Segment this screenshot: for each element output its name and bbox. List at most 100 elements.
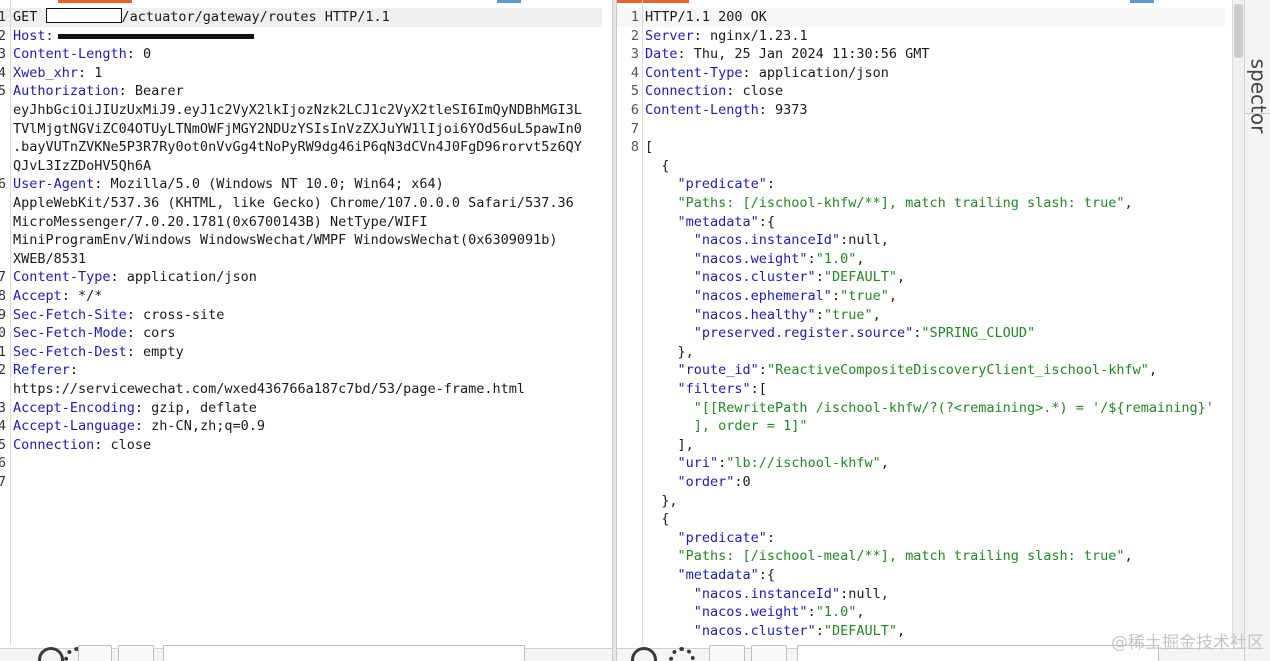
scrollbar-thumb[interactable] <box>1234 4 1243 58</box>
token-key: Server <box>645 27 694 44</box>
inspector-tab[interactable]: spector <box>1246 6 1270 134</box>
line-number: 9 <box>0 306 6 323</box>
token-key: Host: <box>13 27 54 44</box>
inspector-tab-label: spector <box>1246 58 1270 134</box>
token-key: "metadata" <box>645 567 759 583</box>
token-key: "predicate" <box>645 176 767 193</box>
token-text: : */* <box>61 288 103 304</box>
token-key: Accept <box>13 288 62 304</box>
token-text: : <box>815 269 824 286</box>
line-number: 4 <box>630 64 639 81</box>
token-text: , <box>1124 548 1133 565</box>
search-next-button[interactable] <box>118 645 154 661</box>
response-view-toggle[interactable] <box>1130 0 1154 3</box>
line-number: 5 <box>0 83 6 100</box>
token-key: Connection <box>13 436 95 453</box>
token-key: Content-Type <box>645 64 743 81</box>
line-number: 1 <box>630 9 639 25</box>
token-text: : 9373 <box>758 102 808 118</box>
token-text: : Thu, 25 Jan 2024 11:30:56 GMT <box>677 46 930 63</box>
search-prev-button[interactable] <box>78 645 112 661</box>
token-text: QJvL3IzZDoHV5Qh6A <box>13 157 152 174</box>
line-number: 7 <box>630 120 639 137</box>
token-text: :null, <box>840 232 889 249</box>
token-text: : Bearer <box>118 83 184 100</box>
line-number: 2 <box>0 362 6 379</box>
token-string: "DEFAULT" <box>823 269 897 286</box>
response-viewer[interactable]: 1 HTTP/1.1 200 OK 2 Server: nginx/1.23.1 3 Da… <box>617 0 1244 661</box>
token-key: Content-Length <box>645 102 759 118</box>
token-text: MicroMessenger/7.0.20.1781(0x6700143B) N… <box>13 213 428 230</box>
token-text: : close <box>94 436 152 453</box>
token-key: Sec-Fetch-Site <box>13 306 127 323</box>
watermark: @稀土掘金技术社区 <box>1111 633 1264 653</box>
token-text: { <box>645 157 670 174</box>
token-text: : close <box>726 83 784 100</box>
help-icon[interactable] <box>38 647 64 661</box>
token-text: : <box>758 362 767 379</box>
token-text: [ <box>645 139 654 156</box>
token-key: "preserved.register.source" <box>645 325 914 342</box>
response-gutter <box>642 0 643 645</box>
token-string: "[[RewritePath /ischool-khfw/?(?<remaini… <box>645 399 1214 416</box>
token-text: https://servicewechat.com/wxed436766a187… <box>13 381 526 397</box>
token-key: "nacos.instanceId" <box>645 585 841 602</box>
token-key: Content-Type <box>13 269 111 286</box>
token-text: , <box>872 306 881 323</box>
token-key: "order" <box>645 474 735 490</box>
search-prev-button[interactable] <box>709 645 745 661</box>
token-string: "1.0" <box>815 250 857 267</box>
token-text: , <box>888 288 897 304</box>
token-string: "1.0" <box>815 604 857 621</box>
line-number: 8 <box>0 288 6 304</box>
response-scrollbar[interactable] <box>1232 0 1244 645</box>
response-search-input[interactable] <box>797 645 1159 661</box>
token-text: : 0 <box>126 46 152 63</box>
token-key: "nacos.weight" <box>645 250 808 267</box>
token-text: XWEB/8531 <box>13 250 87 267</box>
inspector-sidebar: spector <box>1244 0 1270 661</box>
token-text: :{ <box>758 213 776 230</box>
token-key: "metadata" <box>645 213 759 230</box>
token-key: Accept-Encoding <box>13 399 135 416</box>
token-text: , <box>1124 195 1133 211</box>
token-text: /actuator/gateway/routes HTTP/1.1 <box>121 9 390 25</box>
search-next-button[interactable] <box>751 645 787 661</box>
token-key: Date <box>645 46 678 63</box>
token-text: : <box>807 250 816 267</box>
line-number: 2 <box>0 27 6 44</box>
help-icon[interactable] <box>631 647 657 661</box>
token-text: : cors <box>126 325 176 342</box>
token-text: : cross-site <box>126 306 225 323</box>
request-search-input[interactable] <box>163 645 525 661</box>
gear-icon[interactable] <box>669 647 695 661</box>
token-text: : empty <box>126 343 184 360</box>
line-number: 5 <box>630 83 639 100</box>
token-key: "nacos.instanceId" <box>645 232 841 249</box>
line-number: 3 <box>0 46 6 63</box>
request-toolbar <box>0 645 612 661</box>
token-text: : nginx/1.23.1 <box>693 27 808 44</box>
token-text: }, <box>645 492 678 509</box>
redacted-host-bar <box>57 33 254 39</box>
token-text: HTTP/1.1 200 OK <box>645 9 767 25</box>
token-text: :null, <box>840 585 889 602</box>
sidebar-divider <box>1245 113 1270 114</box>
token-text: : <box>69 362 79 379</box>
token-text: : <box>766 529 776 546</box>
token-text: { <box>645 511 670 528</box>
response-tab-indicator <box>617 0 689 3</box>
token-string: ], order = 1]" <box>645 418 808 435</box>
request-editor[interactable]: 1 GET /actuator/gateway/routes HTTP/1.1 2 H… <box>0 0 612 661</box>
token-text: MiniProgramEnv/Windows WindowsWechat/WMP… <box>13 232 558 249</box>
request-view-toggle[interactable] <box>497 0 521 3</box>
token-key: "nacos.healthy" <box>645 306 816 323</box>
token-text: : <box>815 622 824 639</box>
token-text: : <box>815 306 824 323</box>
token-text: : application/json <box>110 269 257 286</box>
token-key: "predicate" <box>645 529 767 546</box>
token-text: : gzip, deflate <box>134 399 257 416</box>
line-number: 0 <box>0 325 6 342</box>
token-key: "nacos.cluster" <box>645 269 816 286</box>
line-number: 6 <box>0 176 6 193</box>
